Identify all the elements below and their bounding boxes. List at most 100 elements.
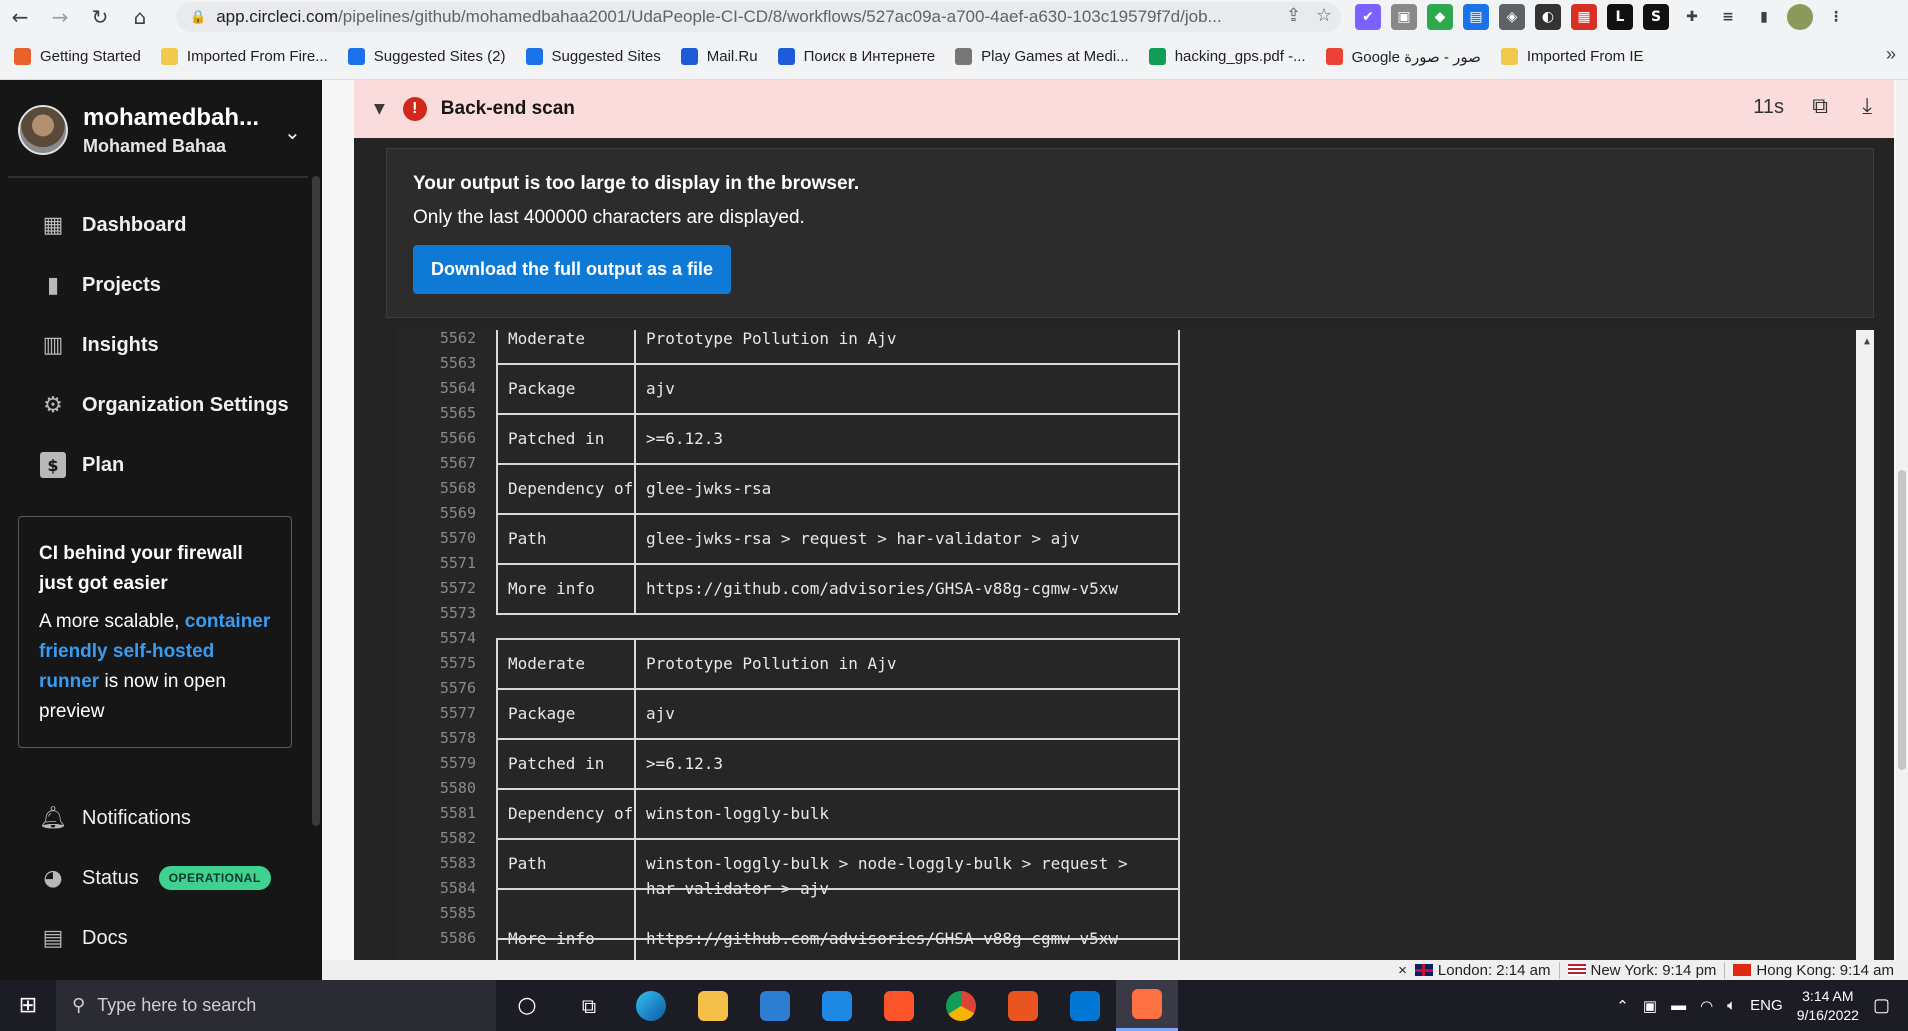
docs-icon: ▤ — [42, 925, 64, 951]
battery-icon[interactable]: ▬ — [1671, 997, 1686, 1014]
address-bar[interactable]: 🔒 app.circleci.com /pipelines/github/moh… — [176, 2, 1341, 32]
line-number: 5572 — [439, 579, 476, 597]
output-panel: Your output is too large to display in t… — [354, 138, 1894, 990]
extension-icon[interactable]: ◐ — [1535, 4, 1561, 30]
task-view-icon[interactable]: ⧉ — [558, 980, 620, 1031]
org-switcher[interactable]: mohamedbah... Mohamed Bahaa — [18, 98, 308, 162]
bookmark-item[interactable]: Imported From Fire... — [160, 48, 328, 65]
clock-london: London: 2:14 am — [1414, 961, 1551, 979]
job-step-header[interactable]: ▼ ! Back-end scan 11s ⧉ ⤓ — [354, 80, 1894, 138]
chevron-up-icon[interactable]: ⌃ — [1616, 997, 1629, 1015]
extension-icon[interactable]: L — [1607, 4, 1633, 30]
browser-toolbar: ← → ↻ ⌂ 🔒 app.circleci.com /pipelines/gi… — [0, 0, 1908, 34]
table-key: Moderate — [508, 330, 586, 348]
sidebar-item-notifications[interactable]: 🔔︎ Notifications — [39, 798, 191, 838]
chrome-icon[interactable] — [930, 980, 992, 1031]
clock-label: New York: 9:14 pm — [1590, 961, 1717, 979]
download-icon[interactable]: ⤓ — [1862, 94, 1872, 119]
bookmark-item[interactable]: Getting Started — [14, 48, 141, 65]
back-icon[interactable]: ← — [0, 0, 40, 34]
terminal-line: 5585 — [396, 901, 1874, 926]
line-number: 5580 — [439, 779, 476, 797]
extension-icon[interactable]: ✔ — [1355, 4, 1381, 30]
extension-icon[interactable]: S — [1643, 4, 1669, 30]
page-scrollbar[interactable] — [1896, 80, 1908, 980]
terminal-line: 5572 More info https://github.com/advisori… — [396, 576, 1874, 601]
sidebar-item-status[interactable]: ◕ Status OPERATIONAL — [40, 858, 271, 898]
puzzle-icon[interactable]: ✚ — [1679, 4, 1705, 30]
sidebar-item-insights[interactable]: ▥ Insights — [40, 325, 159, 365]
gear-icon: ⚙ — [43, 392, 63, 418]
bookmark-item[interactable]: Suggested Sites — [525, 48, 661, 65]
sidebar-item-plan[interactable]: $ Plan — [40, 445, 124, 485]
brave-icon[interactable] — [868, 980, 930, 1031]
sidebar-item-projects[interactable]: ▮ Projects — [40, 265, 161, 305]
vscode-icon[interactable] — [1054, 980, 1116, 1031]
table-value: https://github.com/advisories/GHSA-v88g-… — [646, 579, 1119, 598]
bookmark-item[interactable]: Play Games at Medi... — [955, 48, 1129, 65]
clock[interactable]: 3:14 AM 9/16/2022 — [1797, 987, 1859, 1025]
home-icon[interactable]: ⌂ — [120, 0, 160, 34]
menu-icon[interactable]: ⋮ — [1823, 4, 1849, 30]
chevron-down-icon[interactable]: ⌄ — [284, 120, 301, 144]
notification-icon[interactable]: ▢ — [1873, 995, 1890, 1016]
volume-icon[interactable]: 🔈︎ — [1727, 997, 1736, 1014]
table-key: Patched in — [508, 754, 605, 773]
sidebar-scrollbar[interactable] — [312, 176, 320, 826]
extension-icon[interactable]: ▣ — [1391, 4, 1417, 30]
taskbar-search[interactable]: ⚲ Type here to search — [56, 980, 496, 1031]
bookmark-item[interactable]: Поиск в Интернете — [777, 48, 935, 65]
time: 3:14 AM — [1802, 987, 1854, 1004]
scrollbar-thumb[interactable] — [1898, 470, 1906, 770]
table-value: >=6.12.3 — [646, 429, 724, 448]
bookmark-item[interactable]: Mail.Ru — [680, 48, 758, 65]
active-app-icon[interactable] — [1116, 980, 1178, 1031]
meet-icon[interactable]: ▣ — [1643, 997, 1657, 1015]
sidebar-item-label: Projects — [82, 273, 161, 296]
bookmark-item[interactable]: Google صور - صورة — [1325, 48, 1481, 66]
language-indicator[interactable]: ENG — [1750, 997, 1783, 1014]
bookmark-item[interactable]: hacking_gps.pdf -... — [1148, 48, 1306, 65]
share-icon[interactable]: ⇪ — [1286, 5, 1301, 26]
output-notice: Your output is too large to display in t… — [386, 148, 1874, 318]
extension-icon[interactable]: ◆ — [1427, 4, 1453, 30]
forward-icon[interactable]: → — [40, 0, 80, 34]
clock-new-york: New York: 9:14 pm — [1558, 961, 1717, 979]
terminal-line: 5564 Package ajv — [396, 376, 1874, 401]
wifi-icon[interactable]: ◠ — [1700, 997, 1713, 1015]
extension-icon[interactable]: ◈ — [1499, 4, 1525, 30]
ubuntu-icon[interactable] — [992, 980, 1054, 1031]
sidepanel-icon[interactable]: ▮ — [1751, 4, 1777, 30]
table-value: winston-loggly-bulk — [646, 804, 830, 823]
bookmarks-overflow-icon[interactable]: » — [1886, 44, 1896, 65]
bookmark-icon — [1148, 48, 1166, 65]
bookmark-item[interactable]: Suggested Sites (2) — [347, 48, 506, 65]
open-external-icon[interactable]: ⧉ — [1812, 94, 1828, 119]
star-icon[interactable]: ☆ — [1316, 5, 1332, 26]
sidebar-item-dashboard[interactable]: ▦ Dashboard — [40, 205, 187, 245]
download-output-button[interactable]: Download the full output as a file — [413, 245, 731, 294]
clock-label: London: 2:14 am — [1437, 961, 1551, 979]
table-border — [496, 563, 1178, 565]
caret-down-icon[interactable]: ▼ — [374, 101, 385, 117]
mail-icon[interactable] — [806, 980, 868, 1031]
reload-icon[interactable]: ↻ — [80, 0, 120, 34]
extension-icon[interactable]: ▦ — [1571, 4, 1597, 30]
playlist-icon[interactable]: ≡ — [1715, 4, 1741, 30]
close-icon[interactable]: × — [1398, 962, 1407, 979]
bookmark-item[interactable]: Imported From IE — [1500, 48, 1644, 65]
store-icon[interactable] — [744, 980, 806, 1031]
line-number: 5571 — [439, 554, 476, 572]
sidebar-item-organization-settings[interactable]: ⚙ Organization Settings — [40, 385, 289, 425]
sidebar-item-docs[interactable]: ▤ Docs — [40, 918, 128, 958]
file-explorer-icon[interactable] — [682, 980, 744, 1031]
bookmark-label: hacking_gps.pdf -... — [1174, 48, 1306, 65]
bookmark-icon — [1325, 48, 1343, 65]
windows-start-icon[interactable]: ⊞ — [0, 980, 56, 1031]
table-border — [1178, 330, 1180, 613]
cortana-icon[interactable]: ○ — [496, 980, 558, 1031]
table-border — [496, 330, 498, 613]
profile-avatar[interactable] — [1787, 4, 1813, 30]
extension-icon[interactable]: ▤ — [1463, 4, 1489, 30]
edge-icon[interactable] — [620, 980, 682, 1031]
